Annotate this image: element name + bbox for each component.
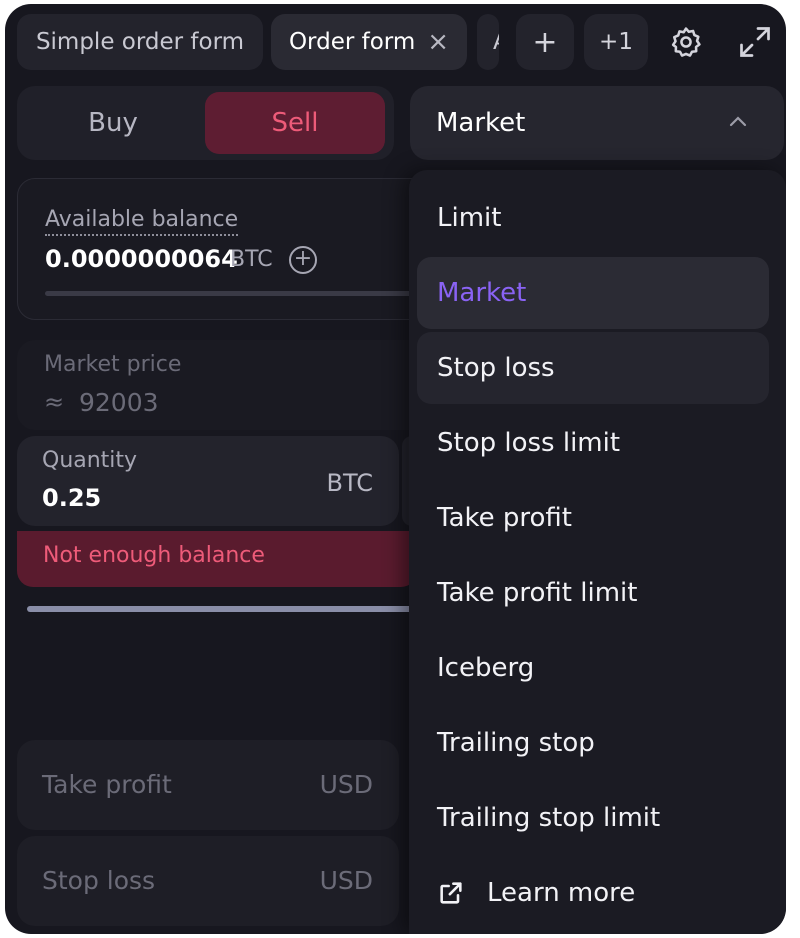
menu-item-take-profit[interactable]: Take profit — [417, 482, 769, 554]
tab-label: Simple order form — [35, 29, 245, 55]
tab-order-form[interactable]: Order form × — [271, 14, 467, 70]
stop-loss-input[interactable]: Stop loss USD — [17, 836, 399, 926]
balance-progress-track — [45, 291, 425, 296]
quantity-value[interactable]: 0.25 — [42, 484, 101, 512]
menu-item-stop-loss[interactable]: Stop loss — [417, 332, 769, 404]
learn-more-link[interactable]: Learn more — [417, 857, 769, 929]
add-funds-icon[interactable]: + — [289, 246, 317, 274]
menu-item-limit[interactable]: Limit — [417, 182, 769, 254]
external-link-icon — [437, 879, 465, 907]
menu-item-trailing-stop[interactable]: Trailing stop — [417, 707, 769, 779]
take-profit-label: Take profit — [42, 770, 172, 799]
order-type-select[interactable]: Market — [410, 86, 784, 160]
expand-icon[interactable] — [733, 14, 777, 70]
menu-item-market[interactable]: Market — [417, 257, 769, 329]
more-tabs-button[interactable]: +1 — [584, 14, 648, 70]
error-message: Not enough balance — [43, 543, 265, 568]
add-tab-button[interactable]: + — [516, 14, 574, 70]
chevron-up-icon — [726, 110, 750, 141]
balance-value: 0.0000000064 — [45, 245, 238, 273]
quantity-input[interactable]: Quantity 0.25 BTC — [17, 436, 399, 526]
buy-button[interactable]: Buy — [23, 92, 203, 154]
menu-item-iceberg[interactable]: Iceberg — [417, 632, 769, 704]
error-banner: Not enough balance — [17, 531, 417, 587]
balance-card: Available balance 0.0000000064 BTC + — [17, 178, 437, 320]
learn-more-label: Learn more — [487, 878, 636, 908]
balance-label: Available balance — [45, 207, 239, 236]
tab-label: Order form — [288, 29, 416, 55]
market-price-field: Market price ≈ 92003 — [17, 340, 437, 430]
order-type-menu: Limit Market Stop loss Stop loss limit T… — [409, 170, 786, 934]
take-profit-unit: USD — [319, 770, 373, 799]
tab-simple-order-form[interactable]: Simple order form — [17, 14, 263, 70]
approx-icon: ≈ — [44, 388, 65, 416]
order-form-panel: Simple order form Order form × A + +1 Bu… — [5, 4, 786, 934]
market-price-label: Market price — [44, 352, 182, 377]
take-profit-input[interactable]: Take profit USD — [17, 740, 399, 830]
stop-loss-label: Stop loss — [42, 866, 156, 895]
more-tabs-count: +1 — [599, 29, 633, 55]
sell-button[interactable]: Sell — [205, 92, 385, 154]
menu-item-trailing-stop-limit[interactable]: Trailing stop limit — [417, 782, 769, 854]
close-icon[interactable]: × — [427, 27, 449, 57]
quantity-slider[interactable] — [27, 606, 412, 612]
market-price-value: 92003 — [79, 388, 159, 417]
quantity-label: Quantity — [42, 448, 138, 473]
plus-icon: + — [532, 24, 558, 60]
quantity-unit: BTC — [326, 469, 373, 497]
order-type-value: Market — [436, 108, 526, 138]
tab-label: A — [493, 29, 499, 55]
stop-loss-unit: USD — [319, 866, 373, 895]
gear-icon[interactable] — [665, 14, 707, 70]
side-switch: Buy Sell — [17, 86, 394, 160]
tab-overflow-partial[interactable]: A — [477, 14, 499, 70]
menu-item-stop-loss-limit[interactable]: Stop loss limit — [417, 407, 769, 479]
menu-item-take-profit-limit[interactable]: Take profit limit — [417, 557, 769, 629]
balance-unit: BTC — [230, 247, 273, 272]
